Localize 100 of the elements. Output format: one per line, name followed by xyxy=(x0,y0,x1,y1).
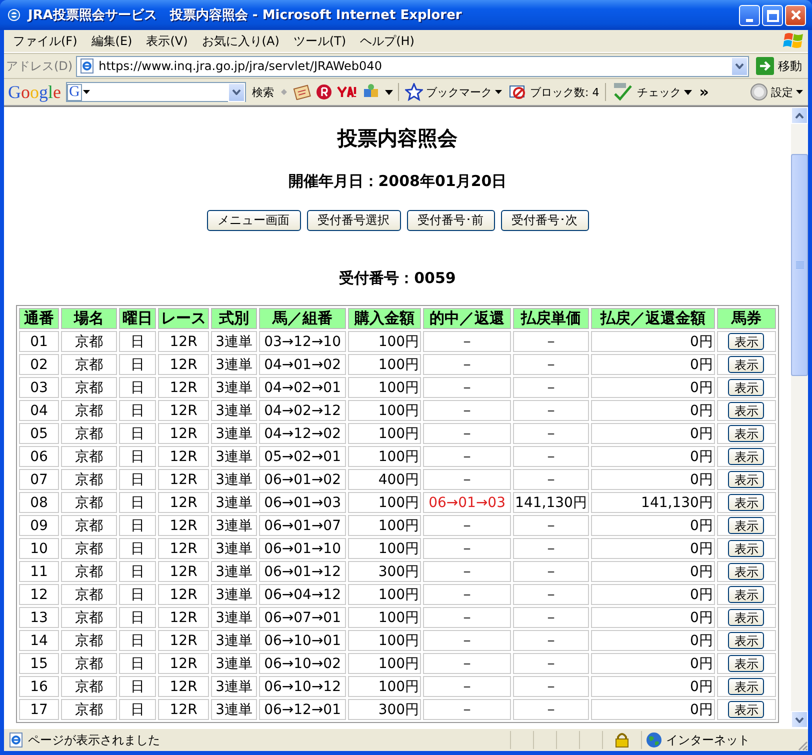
table-cell: 100円 xyxy=(348,630,422,651)
caret-icon xyxy=(684,90,692,94)
show-ticket-button[interactable]: 表示 xyxy=(728,379,764,396)
receipt-number: 受付番号：0059 xyxy=(339,269,456,288)
star-icon xyxy=(405,83,424,101)
popup-blocker-button[interactable]: ブロック数: 4 xyxy=(508,84,600,100)
spell-check-button[interactable]: チェック xyxy=(611,83,694,101)
column-header: 式別 xyxy=(211,308,258,329)
nav-button[interactable]: 受付番号･次 xyxy=(500,210,588,231)
show-ticket-button[interactable]: 表示 xyxy=(728,402,764,419)
table-cell: 3連単 xyxy=(211,377,258,398)
table-cell: 日 xyxy=(119,630,156,651)
table-cell: 日 xyxy=(119,699,156,720)
y-logo-icon[interactable] xyxy=(337,85,358,99)
resize-grip-icon[interactable] xyxy=(796,739,808,751)
show-ticket-button[interactable]: 表示 xyxy=(728,356,764,373)
table-cell: － xyxy=(423,676,512,697)
table-cell: 04→12→02 xyxy=(259,423,346,444)
table-cell: － xyxy=(423,607,512,628)
page-icon xyxy=(78,58,95,74)
table-cell: 日 xyxy=(119,331,156,352)
go-button[interactable]: 移動 xyxy=(752,57,806,75)
table-cell: 0円 xyxy=(590,561,715,582)
scroll-down-icon[interactable] xyxy=(795,716,804,722)
nav-button[interactable]: メニュー画面 xyxy=(206,210,300,231)
more-button[interactable]: » xyxy=(698,83,710,101)
table-cell: 日 xyxy=(119,515,156,536)
show-ticket-button[interactable]: 表示 xyxy=(728,701,764,718)
table-cell: 日 xyxy=(119,400,156,421)
menu-item[interactable]: 編集(E) xyxy=(84,32,140,50)
r-badge-icon[interactable] xyxy=(316,84,332,100)
table-cell: 京都 xyxy=(61,354,118,375)
table-cell: 100円 xyxy=(348,676,422,697)
show-ticket-button[interactable]: 表示 xyxy=(728,678,764,695)
lock-icon xyxy=(615,732,629,748)
show-ticket-button[interactable]: 表示 xyxy=(728,540,764,557)
table-cell: 0円 xyxy=(590,400,715,421)
column-header: 馬／組番 xyxy=(259,308,346,329)
address-field[interactable]: https://www.inq.jra.go.jp/jra/servlet/JRAWeb040 xyxy=(76,56,749,76)
table-cell: 12R xyxy=(158,561,210,582)
table-cell: 06→10→02 xyxy=(259,653,346,674)
minimize-button[interactable] xyxy=(739,4,760,26)
table-cell: 03 xyxy=(19,377,60,398)
menu-item[interactable]: ツール(T) xyxy=(286,32,354,50)
table-cell: 3連単 xyxy=(211,423,258,444)
bookmarks-button[interactable]: ブックマーク xyxy=(404,83,504,101)
table-cell: 04 xyxy=(19,400,60,421)
menu-item[interactable]: 表示(V) xyxy=(139,32,195,50)
table-cell: 12R xyxy=(158,630,210,651)
table-cell: 3連単 xyxy=(211,515,258,536)
show-ticket-button[interactable]: 表示 xyxy=(728,655,764,672)
show-ticket-button[interactable]: 表示 xyxy=(728,333,764,350)
show-ticket-button[interactable]: 表示 xyxy=(728,632,764,649)
show-ticket-button[interactable]: 表示 xyxy=(728,494,764,511)
vertical-scrollbar[interactable] xyxy=(791,107,808,728)
table-cell: － xyxy=(513,630,589,651)
race-date: 開催年月日：2008年01月20日 xyxy=(288,172,507,191)
maximize-button[interactable] xyxy=(762,4,783,26)
show-ticket-button[interactable]: 表示 xyxy=(728,517,764,534)
notepad-icon[interactable] xyxy=(293,84,312,100)
table-cell: 141,130円 xyxy=(590,492,715,513)
check-mark-icon xyxy=(612,83,634,101)
nav-button[interactable]: 受付番号選択 xyxy=(306,210,400,231)
table-cell: 京都 xyxy=(61,469,118,490)
nav-button[interactable]: 受付番号･前 xyxy=(406,210,494,231)
menu-item[interactable]: ファイル(F) xyxy=(6,32,84,50)
scroll-up-icon[interactable] xyxy=(795,112,804,118)
table-cell: － xyxy=(423,423,512,444)
show-ticket-button[interactable]: 表示 xyxy=(728,425,764,442)
show-ticket-button[interactable]: 表示 xyxy=(728,586,764,603)
table-cell: 日 xyxy=(119,377,156,398)
close-button[interactable] xyxy=(785,4,806,26)
table-cell: 京都 xyxy=(61,446,118,467)
show-ticket-button[interactable]: 表示 xyxy=(728,563,764,580)
table-cell: 京都 xyxy=(61,492,118,513)
table-cell: － xyxy=(423,699,512,720)
caret-icon[interactable] xyxy=(82,90,90,94)
show-ticket-button[interactable]: 表示 xyxy=(728,448,764,465)
table-cell: － xyxy=(513,354,589,375)
caret-icon[interactable] xyxy=(385,90,394,94)
menu-item[interactable]: ヘルプ(H) xyxy=(353,32,422,50)
table-cell: 06→01→12 xyxy=(259,561,346,582)
table-cell: 04→02→01 xyxy=(259,377,346,398)
table-cell: 12R xyxy=(158,676,210,697)
search-button[interactable]: 検索 xyxy=(251,84,276,100)
table-cell: 06→07→01 xyxy=(259,607,346,628)
grip-lines-icon[interactable] xyxy=(796,261,804,269)
table-cell: 日 xyxy=(119,423,156,444)
table-cell: － xyxy=(423,653,512,674)
table-cell: 100円 xyxy=(348,423,422,444)
column-header: 払戻単価 xyxy=(513,308,589,329)
show-ticket-button[interactable]: 表示 xyxy=(728,471,764,488)
search-field[interactable]: G xyxy=(66,82,246,102)
table-cell: 0円 xyxy=(590,515,715,536)
show-ticket-button[interactable]: 表示 xyxy=(728,609,764,626)
table-cell: 14 xyxy=(19,630,60,651)
settings-button[interactable]: 設定 xyxy=(749,83,804,101)
menu-item[interactable]: お気に入り(A) xyxy=(194,32,286,50)
table-cell: 0円 xyxy=(590,469,715,490)
window-title: JRA投票照会サービス 投票内容照会 - Microsoft Internet Explorer xyxy=(28,6,463,24)
